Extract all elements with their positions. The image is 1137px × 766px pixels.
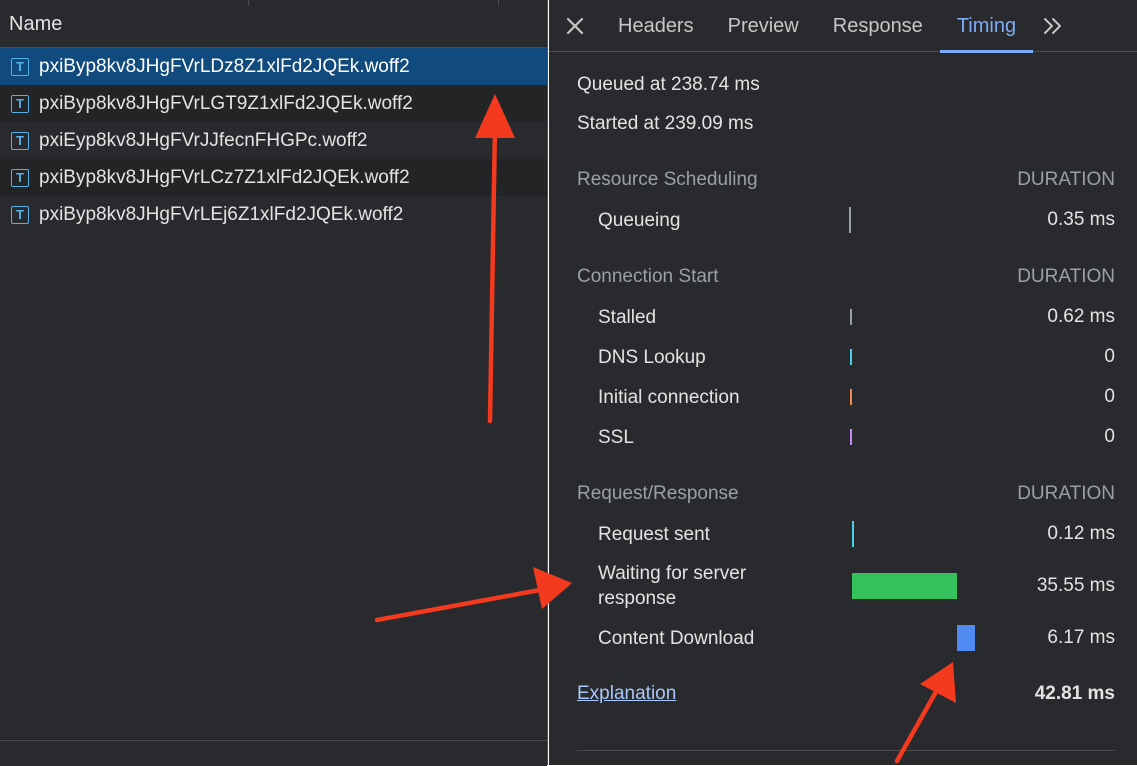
request-row[interactable]: T pxiByp8kv8JHgFVrLGT9Z1xlFd2JQEk.woff2 — [0, 85, 547, 122]
timing-label: Waiting for server response — [598, 563, 747, 609]
timing-label: Queueing — [598, 209, 681, 231]
timing-label: Content Download — [598, 627, 755, 649]
request-name: pxiByp8kv8JHgFVrLDz8Z1xlFd2JQEk.woff2 — [39, 55, 410, 77]
section-connection-start: Connection Start DURATION — [577, 257, 1115, 297]
explanation-link[interactable]: Explanation — [577, 683, 676, 705]
timing-label: Request sent — [598, 523, 710, 545]
column-divider[interactable] — [248, 0, 249, 6]
timing-content: Queued at 238.74 ms Started at 239.09 ms… — [549, 65, 1137, 714]
queued-at-text: Queued at 238.74 ms — [577, 74, 760, 95]
timing-row-stalled: Stalled 0.62 ms — [577, 297, 1115, 337]
timing-value: 0 — [1104, 426, 1115, 447]
started-at-text: Started at 239.09 ms — [577, 113, 754, 134]
timing-value: 35.55 ms — [1036, 575, 1115, 596]
section-request-response: Request/Response DURATION — [577, 474, 1115, 514]
timing-bar[interactable] — [850, 309, 852, 325]
timing-label: Stalled — [598, 306, 657, 328]
timing-row-content-download: Content Download 6.17 ms — [577, 618, 1115, 658]
timing-value: 0.12 ms — [1047, 523, 1115, 544]
section-title: Resource Scheduling — [577, 169, 758, 190]
timing-bar[interactable] — [850, 389, 852, 405]
explanation-row: Explanation 42.81 ms — [577, 674, 1115, 714]
tab-timing[interactable]: Timing — [939, 0, 1034, 53]
request-row[interactable]: T pxiByp8kv8JHgFVrLCz7Z1xlFd2JQEk.woff2 — [0, 159, 547, 196]
font-file-icon: T — [11, 205, 29, 224]
timing-bar[interactable] — [850, 429, 852, 445]
request-name: pxiByp8kv8JHgFVrLGT9Z1xlFd2JQEk.woff2 — [39, 92, 413, 114]
request-list: T pxiByp8kv8JHgFVrLDz8Z1xlFd2JQEk.woff2 … — [0, 48, 547, 233]
request-details-panel: Headers Preview Response Timing Queued a… — [549, 0, 1137, 765]
chevron-double-right-icon[interactable] — [1033, 0, 1073, 52]
timing-value: 0.62 ms — [1047, 306, 1115, 327]
timing-row-queueing: Queueing 0.35 ms — [577, 200, 1115, 240]
timing-value: 6.17 ms — [1047, 627, 1115, 648]
request-list-panel: Name T pxiByp8kv8JHgFVrLDz8Z1xlFd2JQEk.w… — [0, 0, 548, 766]
name-column-label: Name — [9, 13, 63, 35]
timing-value: 0 — [1104, 346, 1115, 367]
timing-bar[interactable] — [849, 207, 851, 233]
timing-bar[interactable] — [852, 521, 854, 547]
timing-bar[interactable] — [957, 625, 975, 651]
timing-row-dns-lookup: DNS Lookup 0 — [577, 337, 1115, 377]
request-name: pxiByp8kv8JHgFVrLCz7Z1xlFd2JQEk.woff2 — [39, 166, 410, 188]
timing-value: 0.35 ms — [1047, 209, 1115, 230]
close-icon[interactable] — [549, 0, 601, 52]
section-title: Connection Start — [577, 266, 719, 287]
timing-row-initial-connection: Initial connection 0 — [577, 377, 1115, 417]
tab-response[interactable]: Response — [816, 0, 940, 52]
request-name: pxiByp8kv8JHgFVrLEj6Z1xlFd2JQEk.woff2 — [39, 203, 404, 225]
status-bar — [0, 740, 547, 766]
tab-preview[interactable]: Preview — [711, 0, 816, 52]
request-row[interactable]: T pxiByp8kv8JHgFVrLEj6Z1xlFd2JQEk.woff2 — [0, 196, 547, 233]
section-resource-scheduling: Resource Scheduling DURATION — [577, 160, 1115, 200]
details-tab-bar: Headers Preview Response Timing — [549, 0, 1137, 53]
timing-label: Initial connection — [598, 386, 740, 408]
timing-value: 0 — [1104, 386, 1115, 407]
duration-header: DURATION — [1017, 483, 1115, 504]
font-file-icon: T — [11, 168, 29, 187]
font-file-icon: T — [11, 131, 29, 150]
request-name: pxiEyp8kv8JHgFVrJJfecnFHGPc.woff2 — [39, 129, 368, 151]
timing-label: DNS Lookup — [598, 346, 706, 368]
timing-bar[interactable] — [852, 573, 957, 599]
font-file-icon: T — [11, 57, 29, 76]
timing-label: SSL — [598, 426, 634, 448]
section-title: Request/Response — [577, 483, 739, 504]
timing-row-request-sent: Request sent 0.12 ms — [577, 514, 1115, 554]
request-row[interactable]: T pxiByp8kv8JHgFVrLDz8Z1xlFd2JQEk.woff2 — [0, 48, 547, 85]
duration-header: DURATION — [1017, 169, 1115, 190]
tab-headers[interactable]: Headers — [601, 0, 711, 52]
name-column-header[interactable]: Name — [0, 0, 547, 48]
total-duration: 42.81 ms — [1034, 683, 1115, 704]
timing-bar[interactable] — [850, 349, 852, 365]
divider — [577, 750, 1115, 751]
duration-header: DURATION — [1017, 266, 1115, 287]
timing-row-waiting: Waiting for server response 35.55 ms — [577, 554, 1115, 618]
font-file-icon: T — [11, 94, 29, 113]
timing-row-ssl: SSL 0 — [577, 417, 1115, 457]
request-row[interactable]: T pxiEyp8kv8JHgFVrJJfecnFHGPc.woff2 — [0, 122, 547, 159]
column-divider[interactable] — [498, 0, 499, 6]
